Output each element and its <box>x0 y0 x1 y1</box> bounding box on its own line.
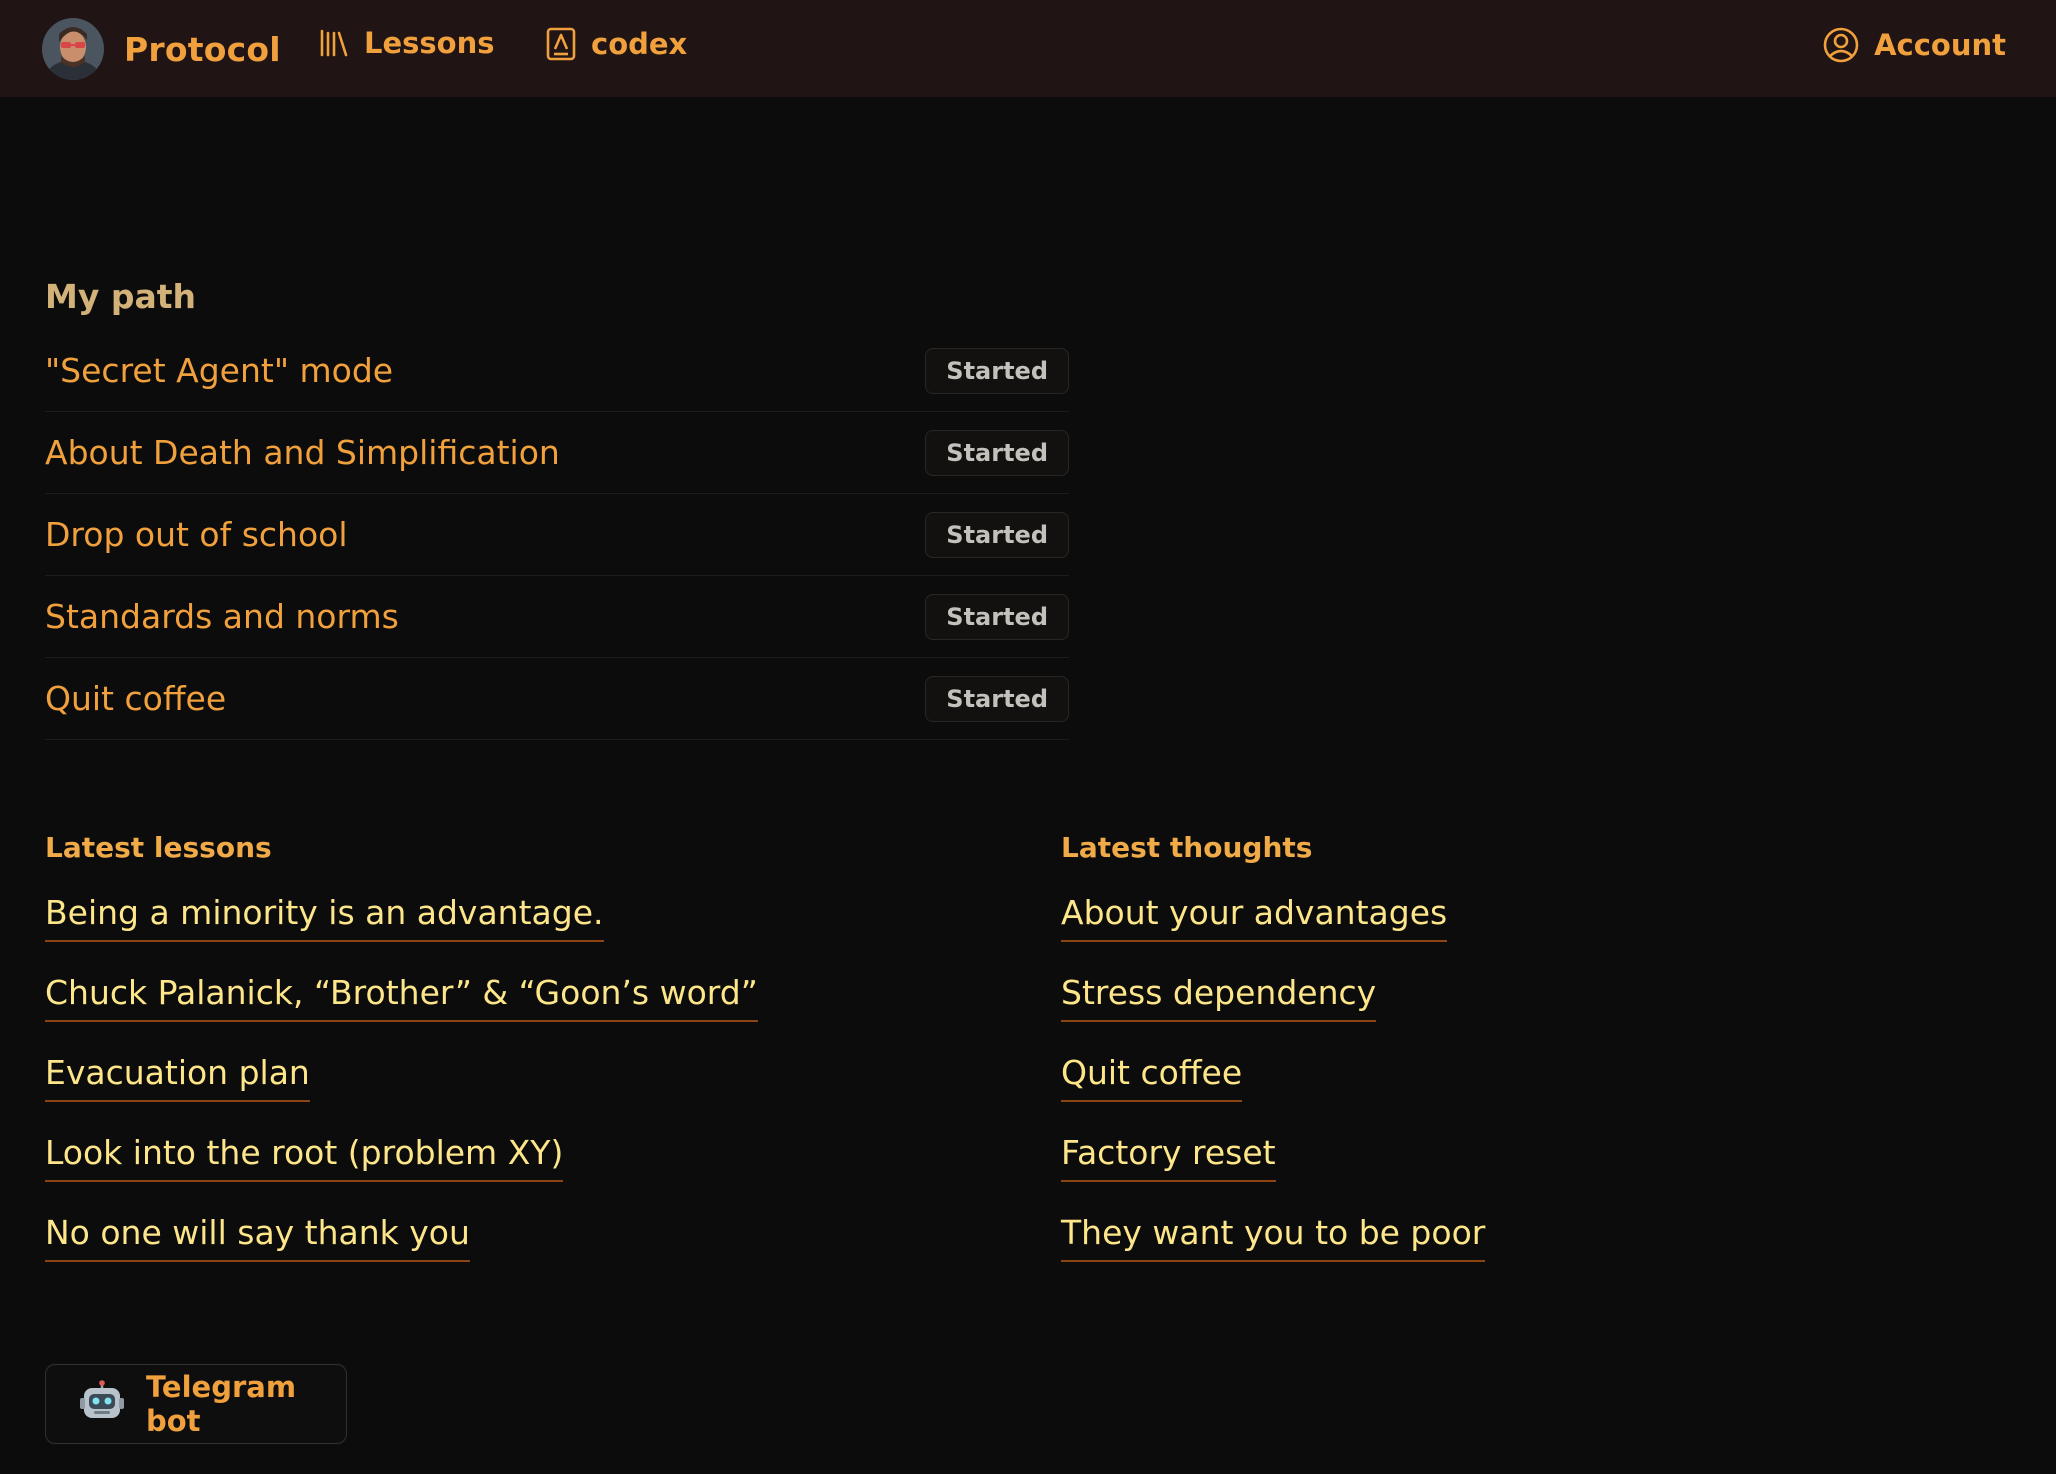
contact-book-icon <box>546 27 576 61</box>
path-row: Quit coffee Started <box>45 658 1069 740</box>
robot-icon <box>80 1379 124 1429</box>
nav-codex-label: codex <box>591 27 688 61</box>
latest-thoughts-list: About your advantages Stress dependency … <box>1061 893 1486 1293</box>
path-row: Standards and norms Started <box>45 576 1069 658</box>
nav-account-link[interactable]: Account <box>1822 26 2006 64</box>
path-item-link[interactable]: Quit coffee <box>45 679 226 718</box>
path-row: About Death and Simplification Started <box>45 412 1069 494</box>
my-path-title: My path <box>45 277 196 316</box>
nav-account-label: Account <box>1874 28 2006 62</box>
status-badge: Started <box>925 675 1069 722</box>
brand-name: Protocol <box>124 29 281 69</box>
list-item: Chuck Palanick, “Brother” & “Goon’s word… <box>45 973 758 1053</box>
avatar <box>42 18 104 80</box>
library-icon <box>320 29 348 57</box>
thought-link[interactable]: Stress dependency <box>1061 973 1377 1022</box>
latest-thoughts-title: Latest thoughts <box>1061 831 1313 864</box>
list-item: Being a minority is an advantage. <box>45 893 758 973</box>
path-row: "Secret Agent" mode Started <box>45 330 1069 412</box>
list-item: They want you to be poor <box>1061 1213 1486 1293</box>
brand-home-link[interactable]: Protocol <box>42 18 281 80</box>
list-item: Evacuation plan <box>45 1053 758 1133</box>
lesson-link[interactable]: Look into the root (problem XY) <box>45 1133 564 1182</box>
user-circle-icon <box>1823 27 1859 63</box>
lesson-link[interactable]: Being a minority is an advantage. <box>45 893 604 942</box>
list-item: Quit coffee <box>1061 1053 1485 1133</box>
status-badge: Started <box>925 429 1069 476</box>
nav-lessons-label: Lessons <box>364 26 495 60</box>
list-item: Factory reset <box>1061 1133 1485 1213</box>
path-item-link[interactable]: Standards and norms <box>45 597 399 636</box>
lesson-link[interactable]: Evacuation plan <box>45 1053 310 1102</box>
my-path-list: "Secret Agent" mode Started About Death … <box>45 330 1069 740</box>
nav-codex-link[interactable]: codex <box>545 26 687 62</box>
status-badge: Started <box>925 347 1069 394</box>
list-item: About your advantages <box>1061 893 1485 973</box>
path-row: Drop out of school Started <box>45 494 1069 576</box>
top-navigation-bar: Protocol Lessons codex Account <box>0 0 2056 97</box>
thought-link[interactable]: They want you to be poor <box>1061 1213 1486 1262</box>
path-item-link[interactable]: About Death and Simplification <box>45 433 560 472</box>
list-item: Look into the root (problem XY) <box>45 1133 758 1213</box>
nav-lessons-link[interactable]: Lessons <box>318 26 495 60</box>
lesson-link[interactable]: Chuck Palanick, “Brother” & “Goon’s word… <box>45 973 758 1022</box>
thought-link[interactable]: About your advantages <box>1061 893 1448 942</box>
thought-link[interactable]: Quit coffee <box>1061 1053 1243 1102</box>
path-item-link[interactable]: Drop out of school <box>45 515 348 554</box>
path-item-link[interactable]: "Secret Agent" mode <box>45 351 393 390</box>
lesson-link[interactable]: No one will say thank you <box>45 1213 470 1262</box>
latest-lessons-list: Being a minority is an advantage. Chuck … <box>45 893 758 1293</box>
thought-link[interactable]: Factory reset <box>1061 1133 1276 1182</box>
telegram-bot-button[interactable]: Telegram bot <box>45 1364 347 1444</box>
list-item: No one will say thank you <box>45 1213 758 1293</box>
latest-lessons-title: Latest lessons <box>45 831 272 864</box>
status-badge: Started <box>925 593 1069 640</box>
telegram-bot-label: Telegram bot <box>146 1370 297 1438</box>
list-item: Stress dependency <box>1061 973 1485 1053</box>
status-badge: Started <box>925 511 1069 558</box>
